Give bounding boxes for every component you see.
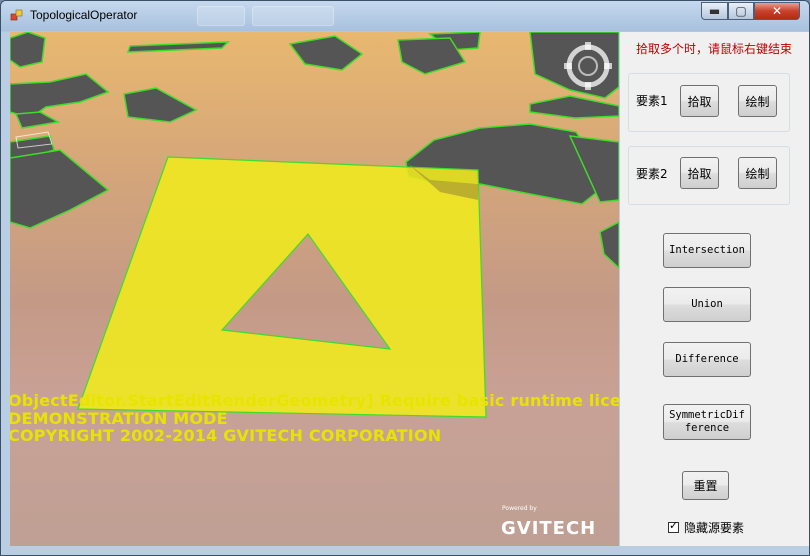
title-glass-decoration: [252, 6, 334, 26]
feature2-draw-button[interactable]: 绘制: [738, 157, 777, 189]
feature1-group: 要素1 拾取 绘制: [628, 73, 790, 132]
symmetric-difference-button[interactable]: SymmetricDifference: [663, 404, 751, 440]
building-footprint: [599, 221, 619, 270]
building-footprint: [529, 95, 619, 119]
maximize-button[interactable]: ▢: [728, 2, 754, 20]
title-glass-decoration: [197, 6, 245, 26]
feature1-pick-button[interactable]: 拾取: [680, 85, 719, 117]
building-footprint: [288, 35, 364, 71]
license-warning-line: ObjectEditor.StartEditRenderGeometry] Re…: [10, 391, 619, 410]
app-icon: [10, 9, 23, 21]
difference-button[interactable]: Difference: [663, 342, 751, 377]
building-footprint: [14, 111, 61, 129]
window-bottom-frame: [1, 546, 809, 555]
reset-button[interactable]: 重置: [682, 471, 729, 500]
feature2-group: 要素2 拾取 绘制: [628, 146, 790, 205]
feature2-label: 要素2: [636, 167, 668, 181]
minimize-button[interactable]: ▬: [701, 2, 728, 20]
hide-source-checkbox[interactable]: [668, 519, 679, 533]
scene-viewport[interactable]: ObjectEditor.StartEditRenderGeometry] Re…: [10, 32, 619, 546]
feature1-draw-button[interactable]: 绘制: [738, 85, 777, 117]
scene-canvas[interactable]: [10, 32, 619, 546]
window-title: TopologicalOperator: [30, 8, 138, 22]
pick-hint-text: 拾取多个时，请鼠标右键结束: [636, 42, 793, 56]
hide-source-label[interactable]: 隐藏源要素: [684, 519, 744, 536]
building-footprint: [126, 41, 230, 53]
building-footprint: [10, 73, 110, 119]
powered-by-label: Powered by: [502, 505, 537, 512]
building-footprint: [10, 149, 110, 229]
building-footprint: [123, 87, 198, 123]
title-bar[interactable]: TopologicalOperator ▬ ▢ ✕: [1, 1, 809, 31]
feature2-pick-button[interactable]: 拾取: [680, 157, 719, 189]
copyright-line: COPYRIGHT 2002-2014 GVITECH CORPORATION: [10, 426, 442, 445]
app-window: TopologicalOperator ▬ ▢ ✕ ObjectEditor.S…: [0, 0, 810, 556]
feature1-label: 要素1: [636, 94, 668, 108]
close-button[interactable]: ✕: [754, 2, 800, 20]
yellow-polygon[interactable]: [77, 156, 487, 418]
building-footprint: [10, 32, 46, 68]
control-panel: 拾取多个时，请鼠标右键结束 要素1 拾取 绘制 要素2 拾取 绘制 Inters…: [620, 32, 809, 546]
window-left-frame: [1, 32, 10, 555]
hide-source-checkbox-row[interactable]: 隐藏源要素: [668, 519, 744, 536]
union-button[interactable]: Union: [663, 287, 751, 322]
gvitech-logo: GVITECH: [501, 518, 597, 539]
intersection-button[interactable]: Intersection: [663, 233, 751, 268]
